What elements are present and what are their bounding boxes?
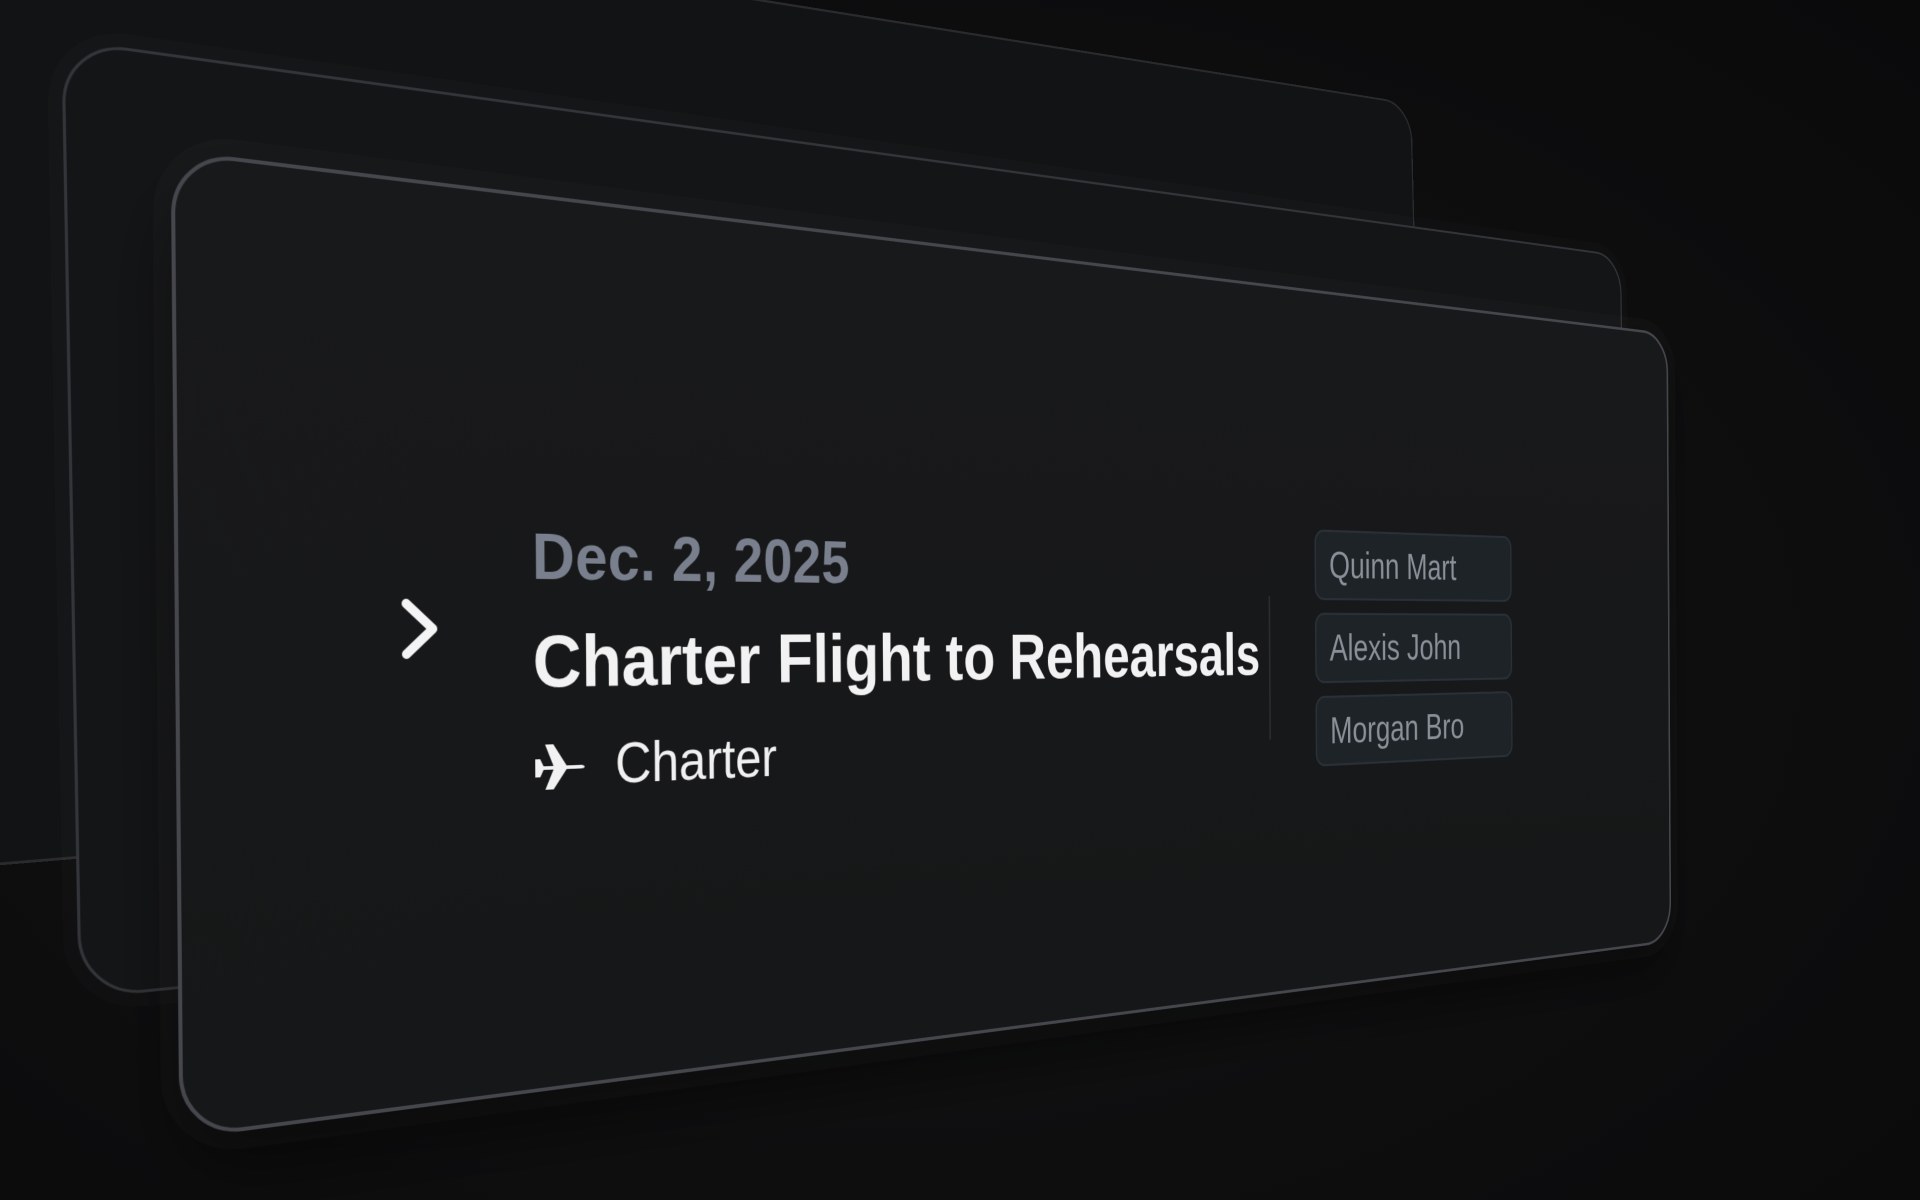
participant-chip[interactable]: Quinn Mart	[1314, 529, 1512, 602]
event-title: Charter Flight to Rehearsals	[532, 620, 1261, 704]
divider	[1268, 595, 1272, 740]
participant-chip[interactable]: Alexis John	[1314, 612, 1513, 684]
event-date: Dec. 2, 2025	[531, 520, 850, 597]
participant-list: Quinn Mart Alexis John Morgan Bro	[1314, 529, 1513, 779]
participant-chip[interactable]: Morgan Bro	[1315, 691, 1513, 767]
event-type-label: Charter	[614, 726, 778, 796]
airplane-icon	[535, 743, 585, 791]
stage: Dec. 2, 2025 Charter Flight to Rehearsal…	[0, 0, 1920, 1200]
event-type: Charter	[533, 726, 777, 801]
chevron-right-icon[interactable]	[393, 596, 447, 662]
